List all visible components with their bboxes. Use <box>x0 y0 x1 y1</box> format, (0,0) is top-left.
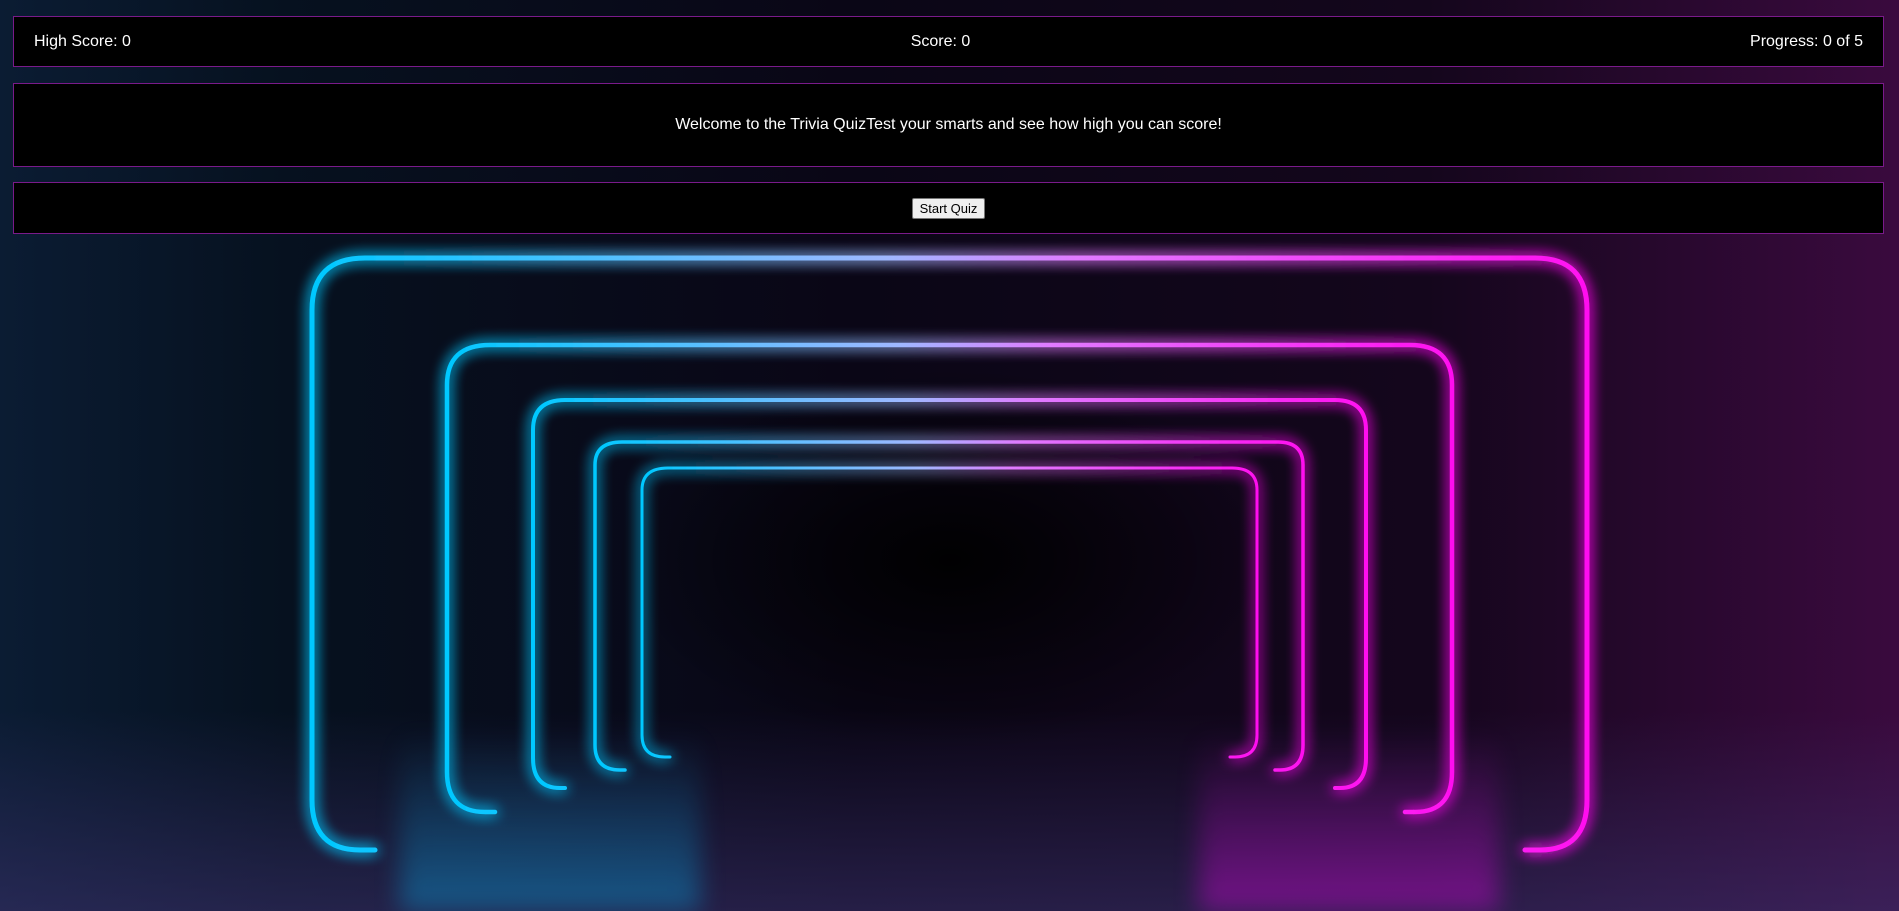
welcome-message: Welcome to the Trivia QuizTest your smar… <box>675 116 1222 133</box>
start-panel: Start Quiz <box>13 182 1884 234</box>
status-bar: High Score: 0 Score: 0 Progress: 0 of 5 <box>13 16 1884 67</box>
progress-label: Progress: 0 of 5 <box>1750 32 1863 50</box>
neon-arch-3 <box>531 398 1368 790</box>
score-label: Score: 0 <box>910 32 971 50</box>
welcome-panel: Welcome to the Trivia QuizTest your smar… <box>13 83 1884 167</box>
start-quiz-button[interactable]: Start Quiz <box>911 197 986 219</box>
high-score-label: High Score: 0 <box>34 32 131 50</box>
neon-arch-4 <box>593 440 1305 772</box>
neon-arch-5 <box>640 466 1259 759</box>
background-scene: High Score: 0 Score: 0 Progress: 0 of 5 … <box>0 0 1899 911</box>
